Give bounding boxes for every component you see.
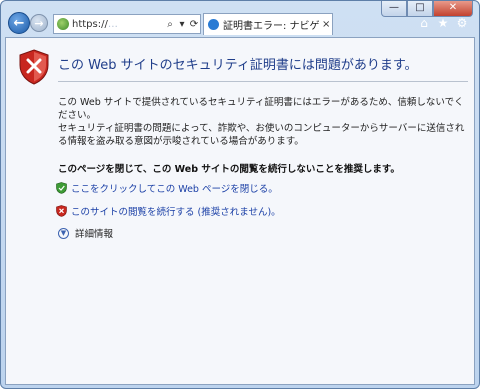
divider (58, 81, 468, 82)
favorites-star-icon[interactable]: ★ (436, 16, 450, 30)
chevron-down-icon[interactable]: ▼ (58, 227, 69, 239)
back-arrow-icon[interactable]: ← (8, 12, 30, 34)
dropdown-icon[interactable]: ▾ (176, 19, 188, 30)
close-page-row: ここをクリックしてこの Web ページを閉じる。 (56, 181, 278, 195)
continue-row: このサイトの閲覧を続行する (推奨されません)。 (56, 204, 281, 218)
refresh-icon[interactable]: ⟳ (188, 19, 200, 30)
red-shield-icon (19, 49, 49, 85)
close-page-link[interactable]: ここをクリックしてこの Web ページを閉じる。 (71, 181, 278, 195)
browser-toolbar: ← → https://… ⌕ ▾ ⟳ 証明書エラー: ナビゲーシ... × ⌂… (5, 11, 475, 37)
site-favicon-icon (57, 18, 69, 30)
paragraph-risk: セキュリティ証明書の問題によって、詐欺や、お使いのコンピューターからサーバーに送… (58, 123, 465, 147)
ie-tab-icon (208, 19, 219, 30)
red-shield-small-icon (56, 205, 67, 217)
tab-certificate-error[interactable]: 証明書エラー: ナビゲーシ... × (203, 13, 333, 35)
tab-title: 証明書エラー: ナビゲーシ... (223, 21, 320, 32)
more-info-label[interactable]: 詳細情報 (75, 226, 113, 240)
tab-close-icon[interactable]: × (320, 19, 332, 30)
page-title: この Web サイトのセキュリティ証明書には問題があります。 (58, 58, 418, 73)
green-shield-icon (56, 182, 67, 194)
settings-gear-icon[interactable]: ⚙ (455, 16, 469, 30)
forward-arrow-icon[interactable]: → (30, 14, 48, 32)
continue-to-site-link[interactable]: このサイトの閲覧を続行する (推奨されません)。 (71, 204, 281, 218)
browser-window: — □ ✕ ← → https://… ⌕ ▾ ⟳ 証明書エラー: ナビゲーシ.… (0, 0, 480, 389)
page-content: この Web サイトのセキュリティ証明書には問題があります。 この Web サイ… (5, 37, 475, 385)
more-info-toggle[interactable]: ▼ 詳細情報 (58, 226, 113, 240)
url-text[interactable]: https://… (72, 19, 164, 30)
warning-description: この Web サイトで提供されているセキュリティ証明書にはエラーがあるため、信頼… (58, 96, 468, 148)
home-icon[interactable]: ⌂ (417, 16, 431, 30)
address-bar[interactable]: https://… ⌕ ▾ ⟳ (53, 14, 201, 34)
paragraph-untrusted: この Web サイトで提供されているセキュリティ証明書にはエラーがあるため、信頼… (58, 97, 464, 121)
recommendation-text: このページを閉じて、この Web サイトの閲覧を続行しないことを推奨します。 (58, 164, 400, 175)
browser-tools: ⌂ ★ ⚙ (417, 16, 469, 30)
search-icon[interactable]: ⌕ (164, 19, 176, 30)
